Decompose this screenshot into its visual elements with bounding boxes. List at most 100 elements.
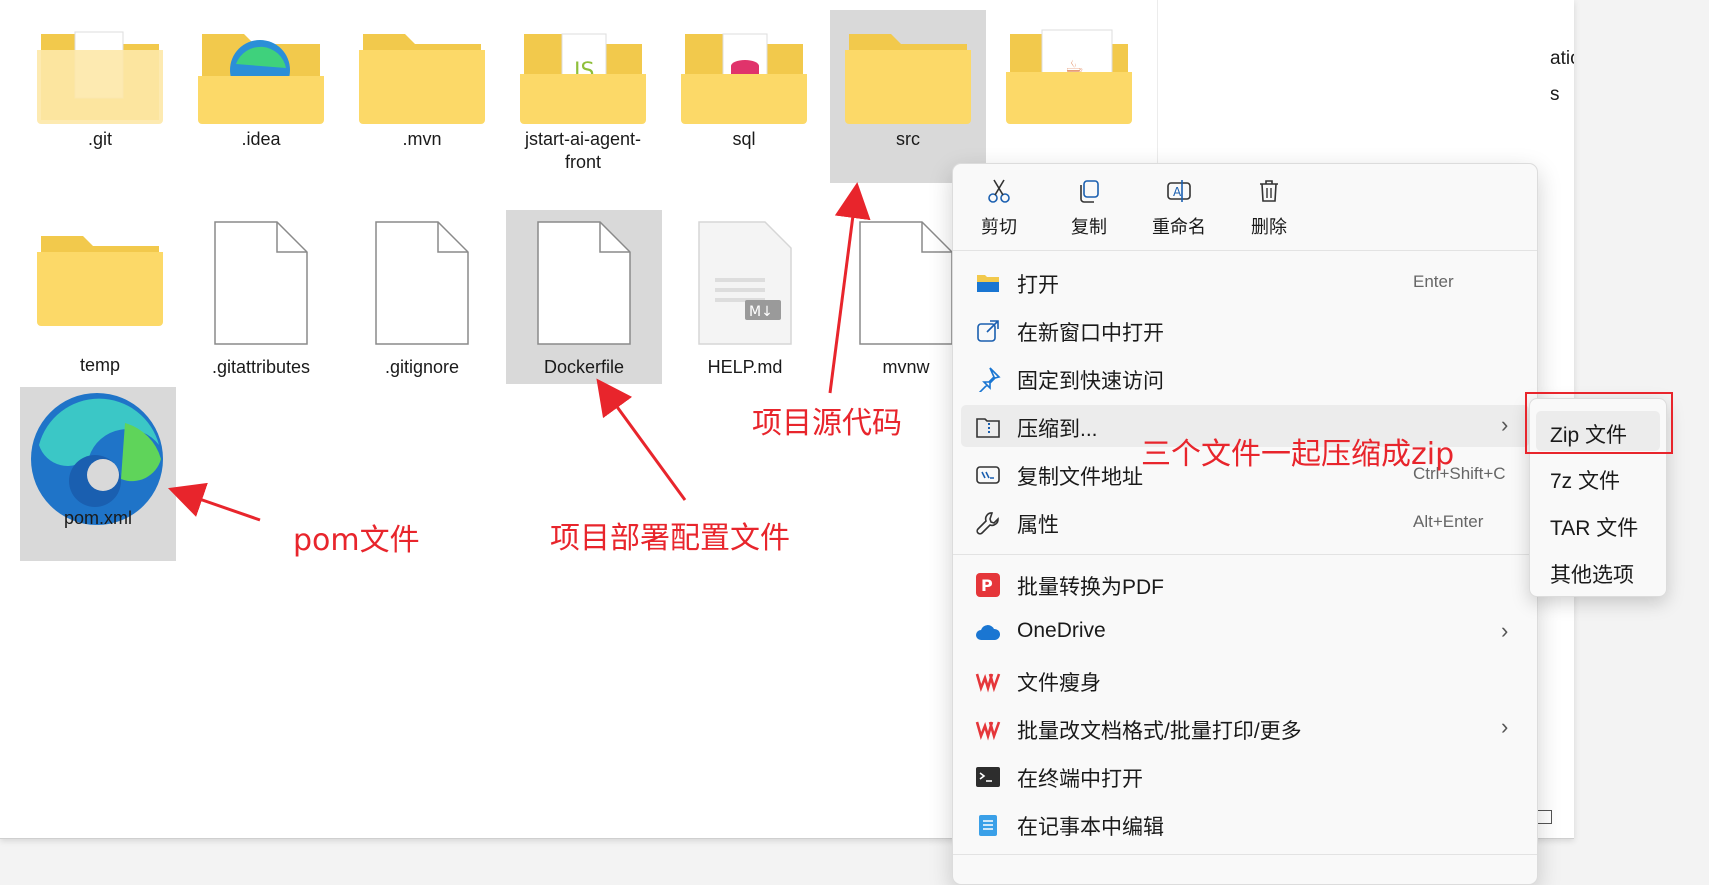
onedrive-cloud-icon xyxy=(976,625,1001,640)
svg-text:M↓: M↓ xyxy=(749,304,773,320)
menu-item-label: 批量转换为PDF xyxy=(1017,576,1164,599)
file-name: src xyxy=(896,129,920,149)
file-item-src[interactable]: src xyxy=(830,10,986,183)
folder-with-database-icon xyxy=(681,33,807,124)
file-name: pom.xml xyxy=(63,508,132,528)
file-item-help-md[interactable]: M↓ HELP.md xyxy=(667,218,823,384)
blank-file-icon xyxy=(859,221,953,345)
annotation-pom: pom文件 xyxy=(293,523,420,558)
file-name: sql xyxy=(732,129,756,149)
blank-file-icon xyxy=(537,221,631,345)
submenu-item-tar[interactable]: TAR 文件 xyxy=(1536,504,1660,544)
file-name: Dockerfile xyxy=(543,357,625,377)
file-item-gitignore[interactable]: .gitignore xyxy=(344,218,500,384)
menu-item-properties[interactable]: 属性 Alt+Enter xyxy=(961,501,1529,543)
file-name: HELP.md xyxy=(707,357,783,377)
menu-divider xyxy=(953,554,1537,555)
quick-action-bar: 剪切 复制 A 重命名 删除 xyxy=(953,164,1537,251)
menu-item-shortcut: Alt+Enter xyxy=(1413,512,1484,531)
menu-item-open[interactable]: 打开 Enter xyxy=(961,261,1529,303)
file-item-jstart-ai-agent-front[interactable]: JS jstart-ai-agent-front xyxy=(505,20,661,205)
chevron-right-icon: › xyxy=(1501,412,1509,437)
file-item-sql[interactable]: sql xyxy=(666,20,822,180)
menu-item-label: 固定到快速访问 xyxy=(1017,370,1164,393)
file-name: .git xyxy=(87,129,112,149)
menu-item-edit-notepad[interactable]: 在记事本中编辑 xyxy=(961,803,1529,845)
menu-item-label: OneDrive xyxy=(1017,619,1106,642)
file-name: .idea xyxy=(241,129,281,149)
file-item-temp[interactable]: temp xyxy=(22,222,178,382)
menu-item-label: 属性 xyxy=(1017,514,1059,537)
copy-path-icon xyxy=(976,466,1000,484)
menu-item-file-slim[interactable]: 文件瘦身 xyxy=(961,659,1529,701)
zip-highlight-box xyxy=(1525,392,1673,454)
menu-item-label: 打开 xyxy=(1017,274,1059,297)
file-item-dockerfile[interactable]: Dockerfile xyxy=(506,210,662,384)
folder-open-icon xyxy=(977,275,999,292)
menu-item-label: 批量改文档格式/批量打印/更多 xyxy=(1017,720,1302,743)
menu-item-open-new-window[interactable]: 在新窗口中打开 xyxy=(961,309,1529,351)
folder-icon xyxy=(845,34,971,124)
rename-icon: A xyxy=(1167,180,1191,202)
annotation-zip: 三个文件一起压缩成zip xyxy=(1141,437,1455,472)
blank-file-icon xyxy=(214,221,308,345)
copy-button[interactable]: 复制 xyxy=(1049,178,1129,239)
svg-text:P: P xyxy=(981,576,993,595)
menu-item-label: 压缩到... xyxy=(1017,418,1098,441)
file-item-gitattributes[interactable]: .gitattributes xyxy=(183,218,339,384)
submenu-item-label: TAR 文件 xyxy=(1550,517,1639,540)
chevron-right-icon: › xyxy=(1501,714,1509,739)
folder-icon xyxy=(359,34,485,124)
pdf-convert-icon: P xyxy=(976,573,1000,597)
file-item-git[interactable]: .git xyxy=(22,20,178,180)
folder-with-js-icon: JS xyxy=(520,33,646,124)
folder-with-edge-icon xyxy=(198,34,324,124)
file-name: .mvn xyxy=(402,129,442,149)
file-item-mvn[interactable]: .mvn xyxy=(344,20,500,180)
context-menu: 剪切 复制 A 重命名 删除 打开 Enter 在新窗口中打开 固定到快速访问 … xyxy=(952,163,1538,885)
cut-label: 剪切 xyxy=(981,217,1017,237)
delete-label: 删除 xyxy=(1251,217,1287,237)
folder-with-java-icon: ☕ xyxy=(1006,29,1132,124)
menu-item-label: 在终端中打开 xyxy=(1017,768,1143,791)
menu-item-shortcut: Enter xyxy=(1413,272,1454,291)
file-item-partial[interactable]: ☕ xyxy=(991,20,1147,180)
folder-icon xyxy=(37,236,163,326)
file-item-pom-xml[interactable]: pom.xml xyxy=(20,387,176,561)
file-item-idea[interactable]: .idea xyxy=(183,20,339,180)
menu-item-batch-format[interactable]: 批量改文档格式/批量打印/更多 › xyxy=(961,707,1529,749)
cut-button[interactable]: 剪切 xyxy=(959,178,1039,239)
wrench-icon xyxy=(976,512,999,535)
wps-icon xyxy=(975,673,1001,693)
menu-item-batch-pdf[interactable]: P 批量转换为PDF xyxy=(961,563,1529,605)
annotation-src: 项目源代码 xyxy=(752,406,902,441)
trash-icon xyxy=(1260,180,1278,202)
annotation-dockerfile: 项目部署配置文件 xyxy=(550,521,790,556)
menu-item-label: 文件瘦身 xyxy=(1017,672,1101,695)
submenu-item-other-options[interactable]: 其他选项 xyxy=(1536,551,1660,591)
file-name: jstart-ai-agent-front xyxy=(524,129,642,172)
blank-file-icon xyxy=(375,221,469,345)
folder-with-document-icon xyxy=(37,31,163,124)
rename-label: 重命名 xyxy=(1152,217,1206,237)
file-name: temp xyxy=(79,355,121,375)
submenu-item-label: 7z 文件 xyxy=(1550,470,1621,493)
rename-button[interactable]: A 重命名 xyxy=(1139,178,1219,239)
file-name: .gitattributes xyxy=(211,357,311,377)
menu-item-open-terminal[interactable]: 在终端中打开 xyxy=(961,755,1529,797)
menu-item-label: 复制文件地址 xyxy=(1017,466,1143,489)
chevron-right-icon: › xyxy=(1501,618,1509,643)
menu-item-onedrive[interactable]: OneDrive › xyxy=(961,611,1529,653)
submenu-item-label: 其他选项 xyxy=(1550,564,1634,587)
markdown-file-icon: M↓ xyxy=(698,221,792,345)
zip-folder-icon xyxy=(976,418,1000,438)
submenu-item-7z[interactable]: 7z 文件 xyxy=(1536,457,1660,497)
tiles-view-icon[interactable] xyxy=(1536,810,1552,824)
menu-item-label: 在新窗口中打开 xyxy=(1017,322,1164,345)
menu-item-pin-quick-access[interactable]: 固定到快速访问 xyxy=(961,357,1529,399)
delete-button[interactable]: 删除 xyxy=(1229,178,1309,239)
details-text-line: ation_memory xyxy=(1550,48,1574,69)
terminal-icon xyxy=(976,767,1000,787)
menu-item-label: 在记事本中编辑 xyxy=(1017,816,1164,839)
wps-icon xyxy=(975,721,1001,741)
